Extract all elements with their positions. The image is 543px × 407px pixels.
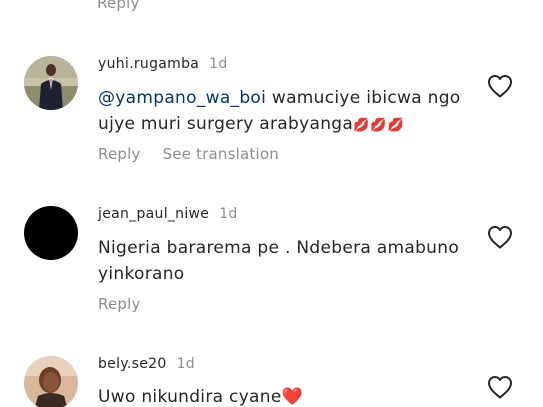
red-heart-emoji: ❤️ — [281, 387, 304, 407]
timestamp: 1d — [176, 356, 195, 372]
comment-text: @yampano_wa_boi wamuciye ibicwa ngo ujye… — [98, 85, 468, 139]
reply-button[interactable]: Reply — [98, 145, 141, 163]
timestamp: 1d — [209, 56, 228, 72]
avatar[interactable] — [24, 56, 78, 110]
comment-body: Nigeria bararema pe . Ndebera amabuno yi… — [98, 238, 460, 284]
like-heart-icon[interactable] — [486, 224, 514, 250]
username[interactable]: jean_paul_niwe — [98, 206, 209, 222]
comment-text: Uwo nikundira cyane❤️ — [98, 384, 468, 407]
comment-body: Uwo nikundira cyane — [98, 387, 282, 407]
avatar[interactable] — [24, 356, 78, 407]
username[interactable]: yuhi.rugamba — [98, 56, 199, 72]
reply-button[interactable]: Reply — [97, 0, 140, 12]
kiss-emoji: 💋💋💋 — [353, 118, 405, 133]
like-heart-icon[interactable] — [486, 374, 514, 400]
comments-list: Reply yuhi.rugamba 1d @yampano_wa_boi wam… — [0, 0, 543, 407]
profile-photo-icon — [24, 356, 78, 407]
username[interactable]: bely.se20 — [98, 356, 167, 372]
reply-button[interactable]: Reply — [98, 295, 141, 313]
avatar[interactable] — [24, 206, 78, 260]
like-heart-icon[interactable] — [486, 73, 514, 99]
profile-photo-icon — [24, 56, 78, 110]
timestamp: 1d — [219, 206, 238, 222]
mention-link[interactable]: @yampano_wa_boi — [98, 88, 266, 108]
comment-text: Nigeria bararema pe . Ndebera amabuno yi… — [98, 235, 468, 287]
black-avatar-icon — [24, 206, 78, 260]
see-translation-button[interactable]: See translation — [163, 145, 279, 163]
